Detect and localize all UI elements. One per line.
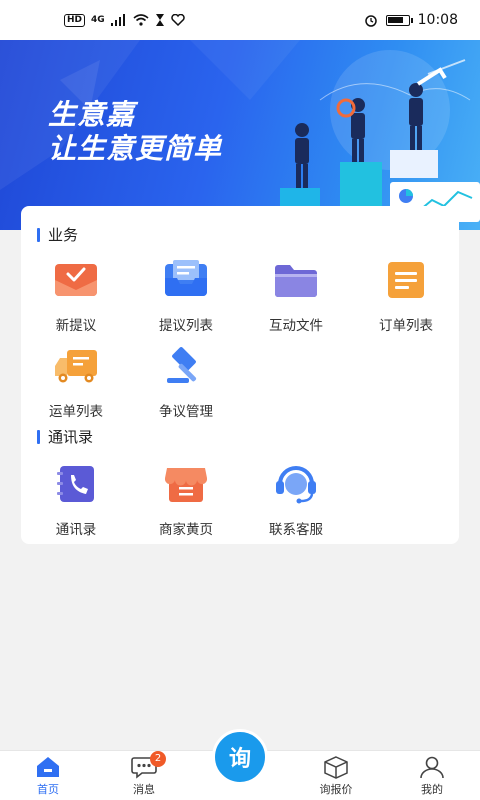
inbox-icon (165, 260, 207, 296)
grid-label: 争议管理 (159, 404, 213, 420)
section-business-label: 业务 (48, 226, 79, 244)
messages-badge: 2 (150, 751, 166, 767)
status-time: 10:08 (417, 12, 458, 28)
wifi-icon (133, 14, 149, 26)
network-indicator: 4G (91, 15, 105, 25)
envelope-check-icon (55, 264, 97, 296)
bottom-nav: 首页 2 消息 询 询报价 我的 (0, 729, 480, 800)
business-people-illustration (280, 50, 480, 222)
hd-indicator: HD (64, 13, 86, 27)
nav-home[interactable]: 首页 (8, 755, 88, 797)
section-marker (37, 429, 40, 444)
alarm-icon (364, 15, 377, 27)
heart-rate-icon (170, 14, 185, 26)
grid-item-dispute-management[interactable]: 争议管理 (136, 346, 236, 420)
phone-book-icon (57, 466, 94, 502)
status-bar: HD 4G 10:08 (0, 0, 480, 40)
document-icon (388, 262, 424, 298)
user-icon (420, 756, 444, 779)
grid-item-waybill-list[interactable]: 运单列表 (26, 346, 126, 420)
folder-icon (275, 265, 317, 297)
battery-icon (385, 14, 413, 26)
grid-item-address-book[interactable]: 通讯录 (26, 464, 126, 538)
nav-home-label: 首页 (37, 783, 59, 796)
nav-quote-label: 询报价 (319, 783, 353, 796)
inquiry-button[interactable]: 询 (212, 729, 268, 785)
nav-messages-label: 消息 (133, 783, 155, 796)
section-contacts-label: 通讯录 (48, 428, 94, 446)
promo-banner[interactable]: 生意嘉 让生意更简单 (0, 40, 480, 230)
hourglass-icon (155, 14, 164, 26)
nav-quote[interactable]: 询报价 (296, 755, 376, 797)
truck-icon (55, 350, 97, 383)
grid-item-shared-files[interactable]: 互动文件 (246, 260, 346, 334)
section-contacts-title: 通讯录 (37, 426, 93, 447)
store-icon (164, 468, 208, 502)
nav-mine-label: 我的 (421, 783, 443, 796)
grid-item-order-list[interactable]: 订单列表 (356, 260, 456, 334)
grid-label: 新提议 (55, 318, 97, 334)
nav-mine[interactable]: 我的 (392, 755, 472, 797)
grid-label: 提议列表 (159, 318, 213, 334)
grid-label: 联系客服 (269, 522, 323, 538)
signal-icon (110, 14, 125, 26)
grid-label: 运单列表 (49, 404, 103, 420)
status-left: HD 4G (64, 13, 185, 27)
banner-line2: 让生意更简单 (48, 132, 223, 165)
banner-slogan: 生意嘉 让生意更简单 (48, 98, 222, 166)
box-icon (324, 756, 348, 779)
grid-label: 订单列表 (379, 318, 433, 334)
grid-label: 通讯录 (55, 522, 97, 538)
status-right: 10:08 (364, 12, 458, 28)
grid-item-business-directory[interactable]: 商家黄页 (136, 464, 236, 538)
grid-item-new-proposal[interactable]: 新提议 (26, 260, 126, 334)
section-marker (37, 227, 40, 242)
banner-line1: 生意嘉 (48, 98, 136, 131)
grid-label: 互动文件 (269, 318, 323, 334)
headset-icon (276, 466, 316, 504)
nav-messages[interactable]: 2 消息 (104, 751, 184, 797)
home-icon (37, 757, 59, 777)
grid-label: 商家黄页 (159, 522, 213, 538)
gavel-icon (167, 347, 197, 383)
services-card: 业务 新提议 提议列表 互动文件 订单列表 运单列表 争议管理 通讯录 通讯录 … (21, 206, 459, 544)
grid-item-proposal-list[interactable]: 提议列表 (136, 260, 236, 334)
section-business-title: 业务 (37, 224, 78, 245)
grid-item-customer-service[interactable]: 联系客服 (246, 464, 346, 538)
